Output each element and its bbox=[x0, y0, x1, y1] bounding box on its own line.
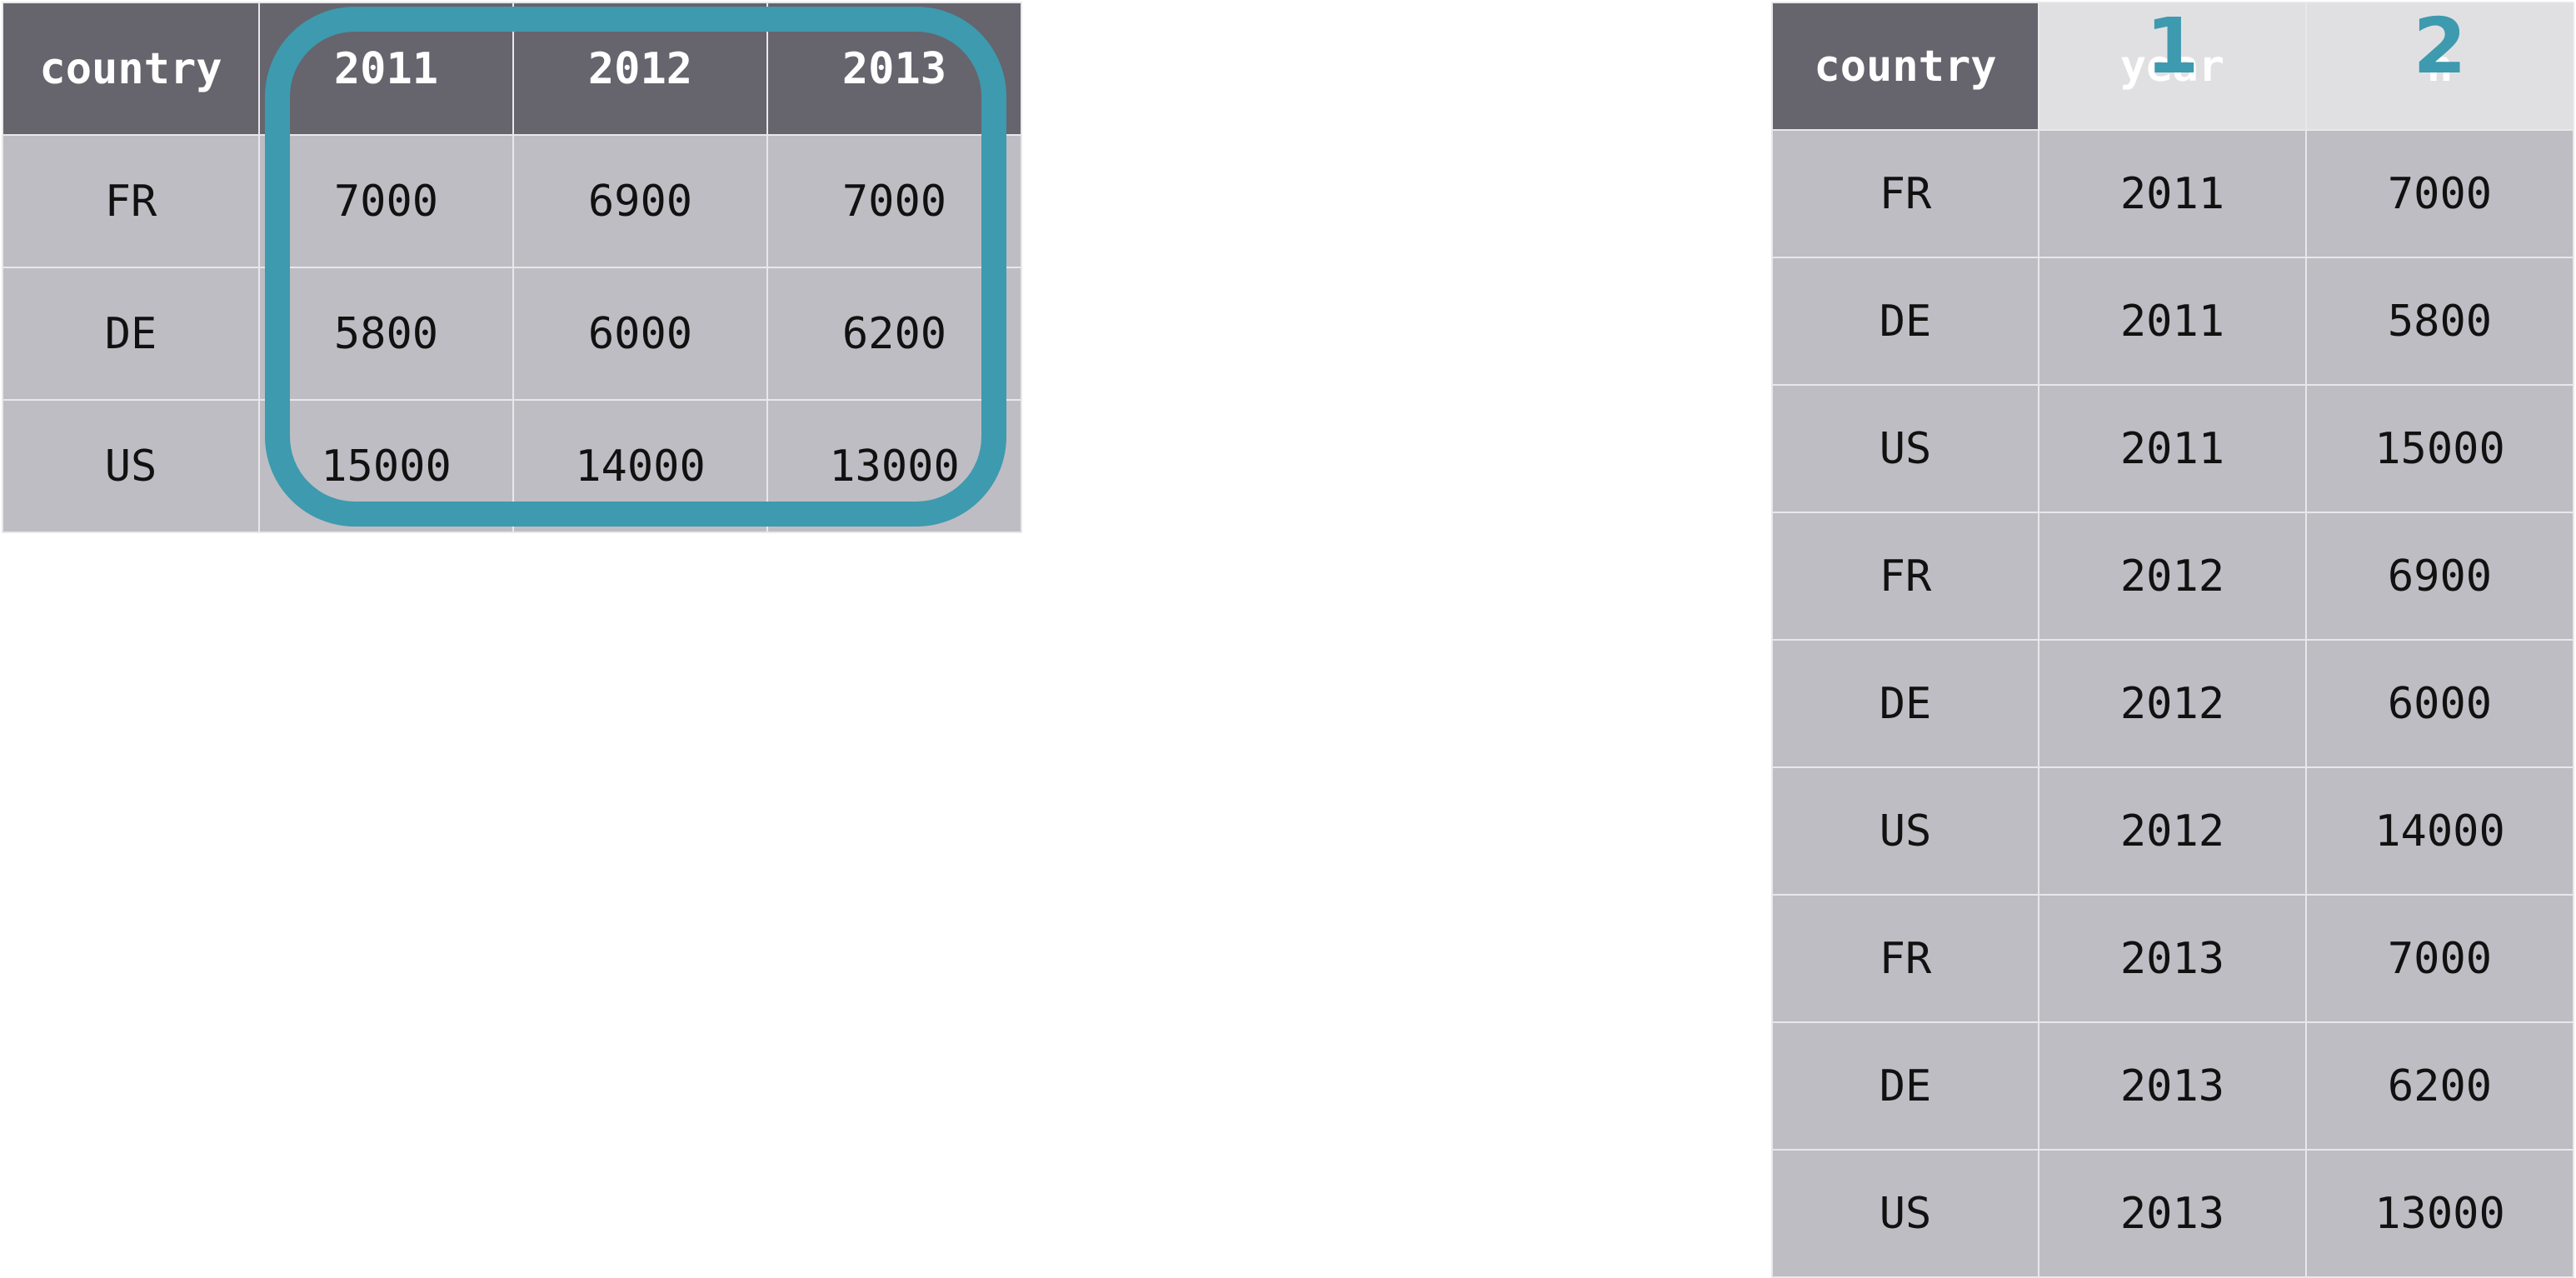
wide-header-2013: 2013 bbox=[766, 2, 1022, 136]
marker-1: 1 bbox=[2145, 2, 2199, 91]
table-cell: 7000 bbox=[2305, 129, 2574, 258]
table-cell: FR bbox=[1771, 129, 2039, 258]
table-cell: 13000 bbox=[2305, 1149, 2574, 1278]
table-row: FR 2012 6900 bbox=[1771, 512, 2574, 641]
table-cell: 2013 bbox=[2038, 1149, 2307, 1278]
marker-2: 2 bbox=[2413, 2, 2467, 91]
table-row: DE 2012 6000 bbox=[1771, 639, 2574, 768]
table-cell: 6900 bbox=[512, 134, 768, 268]
table-row: DE 5800 6000 6200 bbox=[2, 267, 1022, 401]
table-cell: 7000 bbox=[258, 134, 514, 268]
table-row: FR 7000 6900 7000 bbox=[2, 134, 1022, 268]
table-cell: FR bbox=[1771, 512, 2039, 641]
table-row: DE 2011 5800 bbox=[1771, 257, 2574, 386]
long-table: country year 1 n 2 FR 2011 7000 DE 2011 … bbox=[1771, 2, 2574, 1278]
wide-header-country: country bbox=[2, 2, 260, 136]
table-cell: 2012 bbox=[2038, 766, 2307, 896]
wide-header-2012: 2012 bbox=[512, 2, 768, 136]
table-row: DE 2013 6200 bbox=[1771, 1021, 2574, 1151]
table-row: FR 2013 7000 bbox=[1771, 894, 2574, 1023]
table-cell: 14000 bbox=[512, 399, 768, 533]
long-header-year: year 1 bbox=[2038, 2, 2307, 131]
long-table-header-row: country year 1 n 2 bbox=[1771, 2, 2574, 131]
table-row: US 2013 13000 bbox=[1771, 1149, 2574, 1278]
long-header-n: n 2 bbox=[2305, 2, 2574, 131]
table-cell: 13000 bbox=[766, 399, 1022, 533]
table-cell: 6900 bbox=[2305, 512, 2574, 641]
table-cell: 2011 bbox=[2038, 384, 2307, 513]
table-cell: 6200 bbox=[2305, 1021, 2574, 1151]
table-cell: 7000 bbox=[766, 134, 1022, 268]
table-cell: US bbox=[1771, 1149, 2039, 1278]
table-cell: 14000 bbox=[2305, 766, 2574, 896]
table-cell: US bbox=[1771, 766, 2039, 896]
table-row: US 2012 14000 bbox=[1771, 766, 2574, 896]
wide-header-2011: 2011 bbox=[258, 2, 514, 136]
table-cell: 15000 bbox=[258, 399, 514, 533]
table-cell: 7000 bbox=[2305, 894, 2574, 1023]
table-row: FR 2011 7000 bbox=[1771, 129, 2574, 258]
table-cell: 2012 bbox=[2038, 639, 2307, 768]
table-cell: 2011 bbox=[2038, 257, 2307, 386]
table-cell: 6000 bbox=[512, 267, 768, 401]
table-cell: US bbox=[2, 399, 260, 533]
table-cell: FR bbox=[1771, 894, 2039, 1023]
table-cell: 5800 bbox=[2305, 257, 2574, 386]
table-cell: 2013 bbox=[2038, 894, 2307, 1023]
table-cell: DE bbox=[2, 267, 260, 401]
table-cell: DE bbox=[1771, 639, 2039, 768]
long-header-country: country bbox=[1771, 2, 2039, 131]
table-cell: US bbox=[1771, 384, 2039, 513]
table-row: US 15000 14000 13000 bbox=[2, 399, 1022, 533]
table-cell: 2012 bbox=[2038, 512, 2307, 641]
table-cell: 2011 bbox=[2038, 129, 2307, 258]
wide-table: country 2011 2012 2013 FR 7000 6900 7000… bbox=[2, 2, 1022, 533]
table-cell: DE bbox=[1771, 1021, 2039, 1151]
table-cell: 15000 bbox=[2305, 384, 2574, 513]
wide-table-header-row: country 2011 2012 2013 bbox=[2, 2, 1022, 136]
table-cell: 6200 bbox=[766, 267, 1022, 401]
table-cell: 5800 bbox=[258, 267, 514, 401]
table-row: US 2011 15000 bbox=[1771, 384, 2574, 513]
table-cell: FR bbox=[2, 134, 260, 268]
table-cell: DE bbox=[1771, 257, 2039, 386]
table-cell: 2013 bbox=[2038, 1021, 2307, 1151]
table-cell: 6000 bbox=[2305, 639, 2574, 768]
